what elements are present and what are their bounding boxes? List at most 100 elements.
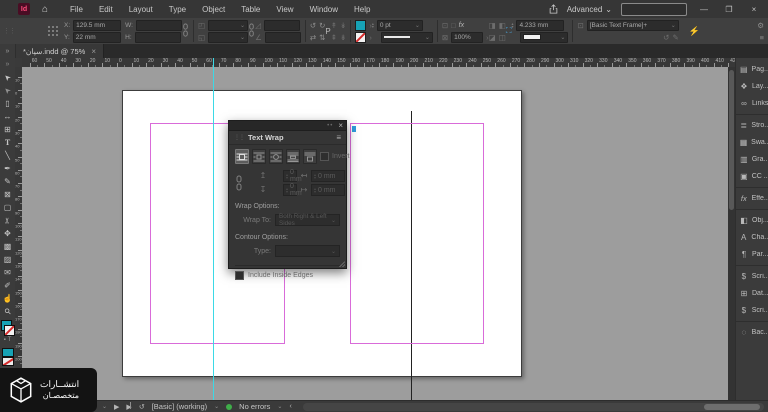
transparency-icon[interactable]: □ <box>451 21 456 30</box>
horizontal-scrollbar-thumb[interactable] <box>704 404 760 410</box>
gradient-feather-tool[interactable]: ▨ <box>0 253 15 266</box>
gap-tool[interactable]: ↔ <box>0 110 15 123</box>
wrap-object-shape-button[interactable] <box>269 149 283 164</box>
effects-fx-icon[interactable]: fx <box>459 22 464 29</box>
panel-close-icon[interactable]: × <box>338 122 343 130</box>
panel-drag-bar[interactable]: •• × <box>229 121 346 131</box>
reference-point-proxy[interactable] <box>48 26 59 37</box>
panel-resize-grip[interactable] <box>339 261 345 267</box>
home-icon[interactable]: ⌂ <box>42 4 48 15</box>
tools-collapse[interactable]: » <box>0 58 15 71</box>
stroke-weight-dropdown[interactable]: 0 pt⌄ <box>377 20 423 31</box>
corner-radius-field[interactable]: 4.233 mm <box>516 20 564 31</box>
align-top-icon[interactable]: ◨ <box>489 21 496 30</box>
menu-type[interactable]: Type <box>161 5 194 14</box>
constrain-scale-icon[interactable] <box>248 23 255 39</box>
pasteboard[interactable] <box>22 67 728 400</box>
object-style-dropdown[interactable]: [Basic Text Frame]+⌄ <box>587 20 679 31</box>
direct-selection-tool[interactable]: ➤ <box>0 84 15 97</box>
status-dropdown-icon[interactable]: ⌄ <box>277 403 282 410</box>
page-tool[interactable]: ▯ <box>0 97 15 110</box>
pen-tool[interactable]: ✒ <box>0 162 15 175</box>
menu-edit[interactable]: Edit <box>91 5 121 14</box>
free-transform-tool[interactable]: ✥ <box>0 227 15 240</box>
fit-content-icon[interactable]: ◪ <box>489 33 496 42</box>
flip-horizontal-icon[interactable]: ⇄ <box>310 33 316 42</box>
clear-overrides-icon[interactable]: ↺ <box>663 33 669 42</box>
selection-tool[interactable]: ➤ <box>0 71 15 84</box>
menu-table[interactable]: Table <box>233 5 268 14</box>
menu-layout[interactable]: Layout <box>121 5 161 14</box>
preflight-status-text[interactable]: No errors <box>239 402 270 411</box>
dock-paragraph-styles[interactable]: ¶ Par... <box>736 246 768 263</box>
restore-button[interactable]: ❐ <box>721 5 737 14</box>
dock-stroke[interactable]: ≣ Stro... <box>736 114 768 134</box>
note-tool[interactable]: ✉ <box>0 266 15 279</box>
wrap-bounding-box-button[interactable] <box>252 149 266 164</box>
menu-file[interactable]: File <box>62 5 91 14</box>
dock-scripts[interactable]: $ Scri... <box>736 265 768 285</box>
stroke-swatch[interactable] <box>355 32 366 43</box>
menu-window[interactable]: Window <box>302 5 346 14</box>
corner-radius-stepper[interactable]: ▴▾ <box>511 22 513 28</box>
horizontal-scrollbar[interactable] <box>303 403 764 411</box>
close-button[interactable]: × <box>746 5 762 14</box>
dock-effects[interactable]: fx Effe... <box>736 187 768 207</box>
scissors-tool[interactable]: ✂ <box>0 214 15 227</box>
minimize-button[interactable]: — <box>696 5 712 14</box>
select-container-icon[interactable]: ↟ <box>331 21 337 30</box>
share-icon[interactable] <box>549 4 558 14</box>
opacity-field[interactable]: 100% <box>451 32 483 43</box>
formatting-container-icon[interactable]: ▪ <box>4 337 6 343</box>
line-tool[interactable]: ╲ <box>0 149 15 162</box>
rotate-ccw-icon[interactable]: ↺ <box>310 21 316 30</box>
dock-object-styles[interactable]: ◧ Obj... <box>736 209 768 229</box>
fill-swatch[interactable] <box>355 20 366 31</box>
dock-background-tasks[interactable]: ◌ Bac... <box>736 321 768 341</box>
vertical-ruler-guide[interactable] <box>213 67 214 400</box>
constrain-dimensions-icon[interactable] <box>182 23 189 39</box>
dock-layers[interactable]: ❖ Lay... <box>736 78 768 95</box>
document-tab[interactable]: *سپان.indd @ 75% × <box>16 44 104 58</box>
formatting-text-icon[interactable]: T <box>8 337 12 343</box>
hand-tool[interactable]: ☝ <box>0 292 15 305</box>
search-input[interactable] <box>621 3 687 16</box>
dock-character-styles[interactable]: A Cha... <box>736 229 768 246</box>
page-number-dropdown-icon[interactable]: ⌄ <box>102 403 107 410</box>
y-position-field[interactable]: 22 mm <box>73 32 121 43</box>
gradient-swatch-tool[interactable]: ▩ <box>0 240 15 253</box>
shape-tool[interactable]: ▢ <box>0 201 15 214</box>
jump-object-button[interactable] <box>286 149 300 164</box>
x-position-field[interactable]: 129.5 mm <box>73 20 121 31</box>
dock-pages[interactable]: ▤ Pag... <box>736 61 768 78</box>
corner-shape-dropdown[interactable]: ⌄ <box>520 32 568 43</box>
menu-object[interactable]: Object <box>194 5 233 14</box>
panel-title[interactable]: Text Wrap <box>248 133 284 142</box>
panel-menu-icon[interactable]: ≡ <box>336 133 341 142</box>
dock-swatches[interactable]: ▦ Swa... <box>736 134 768 151</box>
stroke-weight-stepper[interactable]: ▴▾ <box>372 22 374 28</box>
control-panel-menu-icon[interactable]: ≡ <box>760 33 764 42</box>
content-collector-tool[interactable]: ⊞ <box>0 123 15 136</box>
next-page-icon[interactable]: ▶ <box>114 403 119 411</box>
tab-close-icon[interactable]: × <box>91 47 96 56</box>
dock-links[interactable]: ∞ Links <box>736 95 768 112</box>
drop-shadow-icon[interactable]: ⊡ <box>442 21 448 30</box>
edit-style-icon[interactable]: ✎ <box>672 33 678 42</box>
frame-tool[interactable]: ⊠ <box>0 188 15 201</box>
preflight-dropdown-icon[interactable]: ⌄ <box>214 403 219 410</box>
dock-data-merge[interactable]: ⊞ Dat... <box>736 285 768 302</box>
panel-grip-icon[interactable]: ⋮⋮ <box>3 27 15 35</box>
dock-cc-libraries[interactable]: ▣ CC ... <box>736 168 768 185</box>
apply-none-button[interactable] <box>2 357 14 366</box>
toolbar-stroke-swatch[interactable] <box>4 325 15 336</box>
tools-collapse-icon[interactable]: » <box>0 44 16 58</box>
type-tool[interactable]: T <box>0 136 15 149</box>
fit-frame-icon[interactable]: ◫ <box>499 33 506 42</box>
no-wrap-button[interactable] <box>235 149 249 164</box>
pencil-tool[interactable]: ✎ <box>0 175 15 188</box>
menu-help[interactable]: Help <box>346 5 378 14</box>
lightning-quick-apply-icon[interactable]: ⚡ <box>689 26 700 37</box>
zoom-tool[interactable]: ⚲ <box>0 305 15 318</box>
eyedropper-tool[interactable]: ✐ <box>0 279 15 292</box>
